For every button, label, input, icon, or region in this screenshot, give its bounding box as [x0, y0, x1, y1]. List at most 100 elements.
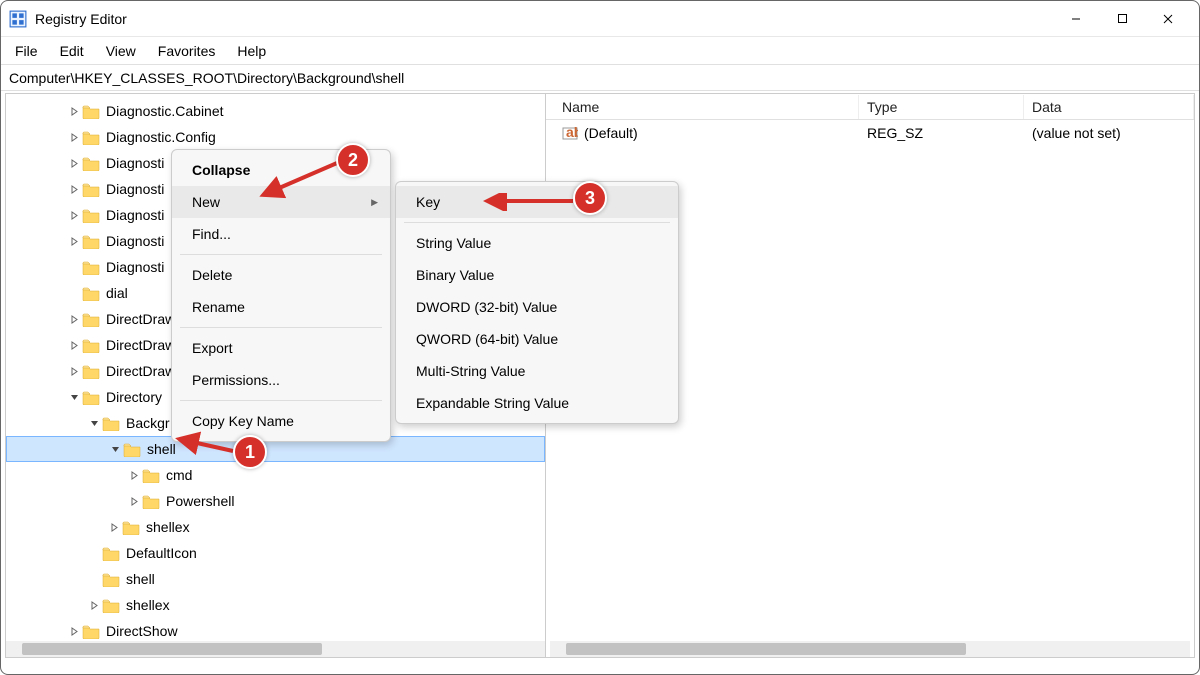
context-menu-item[interactable]: Find...	[172, 218, 390, 250]
tree-item[interactable]: shell	[6, 566, 545, 592]
context-menu-item-label: New	[192, 194, 220, 210]
col-type[interactable]: Type	[859, 95, 1024, 119]
chevron-right-icon[interactable]	[66, 155, 82, 171]
context-submenu-item[interactable]: Key	[396, 186, 678, 218]
col-name[interactable]: Name	[554, 95, 859, 119]
folder-icon	[142, 468, 160, 483]
context-menu-item[interactable]: Rename	[172, 291, 390, 323]
value-row[interactable]: ab (Default) REG_SZ (value not set)	[546, 120, 1194, 146]
annotation-3: 3	[573, 181, 607, 215]
folder-icon	[82, 390, 100, 405]
chevron-right-icon[interactable]	[66, 103, 82, 119]
chevron-right-icon[interactable]	[126, 467, 142, 483]
context-menu-item-label: Expandable String Value	[416, 395, 569, 411]
string-value-icon: ab	[562, 125, 578, 141]
chevron-right-icon[interactable]	[66, 181, 82, 197]
titlebar: Registry Editor	[1, 1, 1199, 37]
tree-item-label: Powershell	[166, 493, 234, 509]
context-menu-item-label: Collapse	[192, 162, 250, 178]
tree-item-label: DirectDraw	[106, 311, 175, 327]
context-menu-item-label: String Value	[416, 235, 491, 251]
context-menu-item-label: Binary Value	[416, 267, 494, 283]
tree-item-label: Diagnosti	[106, 207, 164, 223]
tree-item-label: Diagnosti	[106, 181, 164, 197]
menu-help[interactable]: Help	[227, 39, 276, 63]
chevron-down-icon[interactable]	[107, 441, 123, 457]
tree-item-label: Diagnosti	[106, 233, 164, 249]
minimize-button[interactable]	[1053, 3, 1099, 35]
chevron-right-icon[interactable]	[66, 207, 82, 223]
folder-icon	[102, 598, 120, 613]
tree-item[interactable]: DefaultIcon	[6, 540, 545, 566]
context-submenu-item[interactable]: DWORD (32-bit) Value	[396, 291, 678, 323]
tree-item-label: shellex	[126, 597, 170, 613]
folder-icon	[82, 208, 100, 223]
address-bar[interactable]: Computer\HKEY_CLASSES_ROOT\Directory\Bac…	[1, 65, 1199, 91]
window-title: Registry Editor	[35, 11, 127, 27]
chevron-right-icon[interactable]	[66, 623, 82, 639]
chevron-right-icon[interactable]	[66, 363, 82, 379]
context-submenu-item[interactable]: Binary Value	[396, 259, 678, 291]
context-menu-item[interactable]: Delete	[172, 259, 390, 291]
maximize-button[interactable]	[1099, 3, 1145, 35]
context-submenu-item[interactable]: String Value	[396, 227, 678, 259]
tree-item[interactable]: cmd	[6, 462, 545, 488]
tree-item-label: DirectDraw	[106, 337, 175, 353]
chevron-right-icon[interactable]	[126, 493, 142, 509]
folder-icon	[102, 416, 120, 431]
tree-item[interactable]: shellex	[6, 514, 545, 540]
close-button[interactable]	[1145, 3, 1191, 35]
folder-icon	[82, 130, 100, 145]
col-data[interactable]: Data	[1024, 95, 1194, 119]
menu-view[interactable]: View	[96, 39, 146, 63]
expander-placeholder	[66, 285, 82, 301]
menubar: File Edit View Favorites Help	[1, 37, 1199, 65]
value-data: (value not set)	[1024, 125, 1194, 141]
tree-item-label: Diagnosti	[106, 259, 164, 275]
menu-favorites[interactable]: Favorites	[148, 39, 226, 63]
tree-item[interactable]: Diagnostic.Cabinet	[6, 98, 545, 124]
folder-icon	[82, 286, 100, 301]
tree-scrollbar[interactable]	[6, 641, 545, 657]
context-submenu-item[interactable]: Expandable String Value	[396, 387, 678, 419]
menu-edit[interactable]: Edit	[50, 39, 94, 63]
context-submenu-item[interactable]: QWORD (64-bit) Value	[396, 323, 678, 355]
chevron-right-icon[interactable]	[106, 519, 122, 535]
folder-icon	[82, 260, 100, 275]
context-menu: Collapse New ▶ Find... Delete Rename ExportPer…	[171, 149, 391, 442]
chevron-right-icon[interactable]	[86, 597, 102, 613]
chevron-right-icon[interactable]	[66, 337, 82, 353]
tree-item[interactable]: shellex	[6, 592, 545, 618]
chevron-right-icon: ▶	[371, 197, 378, 208]
chevron-right-icon[interactable]	[66, 129, 82, 145]
context-menu-item[interactable]: Permissions...	[172, 364, 390, 396]
expander-placeholder	[66, 259, 82, 275]
chevron-down-icon[interactable]	[86, 415, 102, 431]
folder-icon	[82, 624, 100, 639]
expander-placeholder	[86, 571, 102, 587]
context-menu-item[interactable]: New ▶	[172, 186, 390, 218]
context-menu-item-label: Delete	[192, 267, 232, 283]
chevron-right-icon[interactable]	[66, 233, 82, 249]
menu-file[interactable]: File	[5, 39, 48, 63]
folder-icon	[82, 234, 100, 249]
tree-item-label: Diagnosti	[106, 155, 164, 171]
tree-item[interactable]: Diagnostic.Config	[6, 124, 545, 150]
tree-item-label: Diagnostic.Cabinet	[106, 103, 224, 119]
chevron-down-icon[interactable]	[66, 389, 82, 405]
chevron-right-icon[interactable]	[66, 311, 82, 327]
context-menu-item[interactable]: Export	[172, 332, 390, 364]
value-type: REG_SZ	[859, 125, 1024, 141]
tree-item[interactable]: Powershell	[6, 488, 545, 514]
folder-icon	[82, 156, 100, 171]
context-submenu-item[interactable]: Multi-String Value	[396, 355, 678, 387]
tree-item-label: cmd	[166, 467, 192, 483]
annotation-1: 1	[233, 435, 267, 469]
tree-item-label: shell	[147, 441, 176, 457]
context-menu-item[interactable]: Copy Key Name	[172, 405, 390, 437]
context-menu-separator	[180, 327, 382, 328]
tree-item-label: Backgr	[126, 415, 170, 431]
values-scrollbar[interactable]	[550, 641, 1190, 657]
folder-icon	[82, 104, 100, 119]
context-menu-item-label: QWORD (64-bit) Value	[416, 331, 558, 347]
